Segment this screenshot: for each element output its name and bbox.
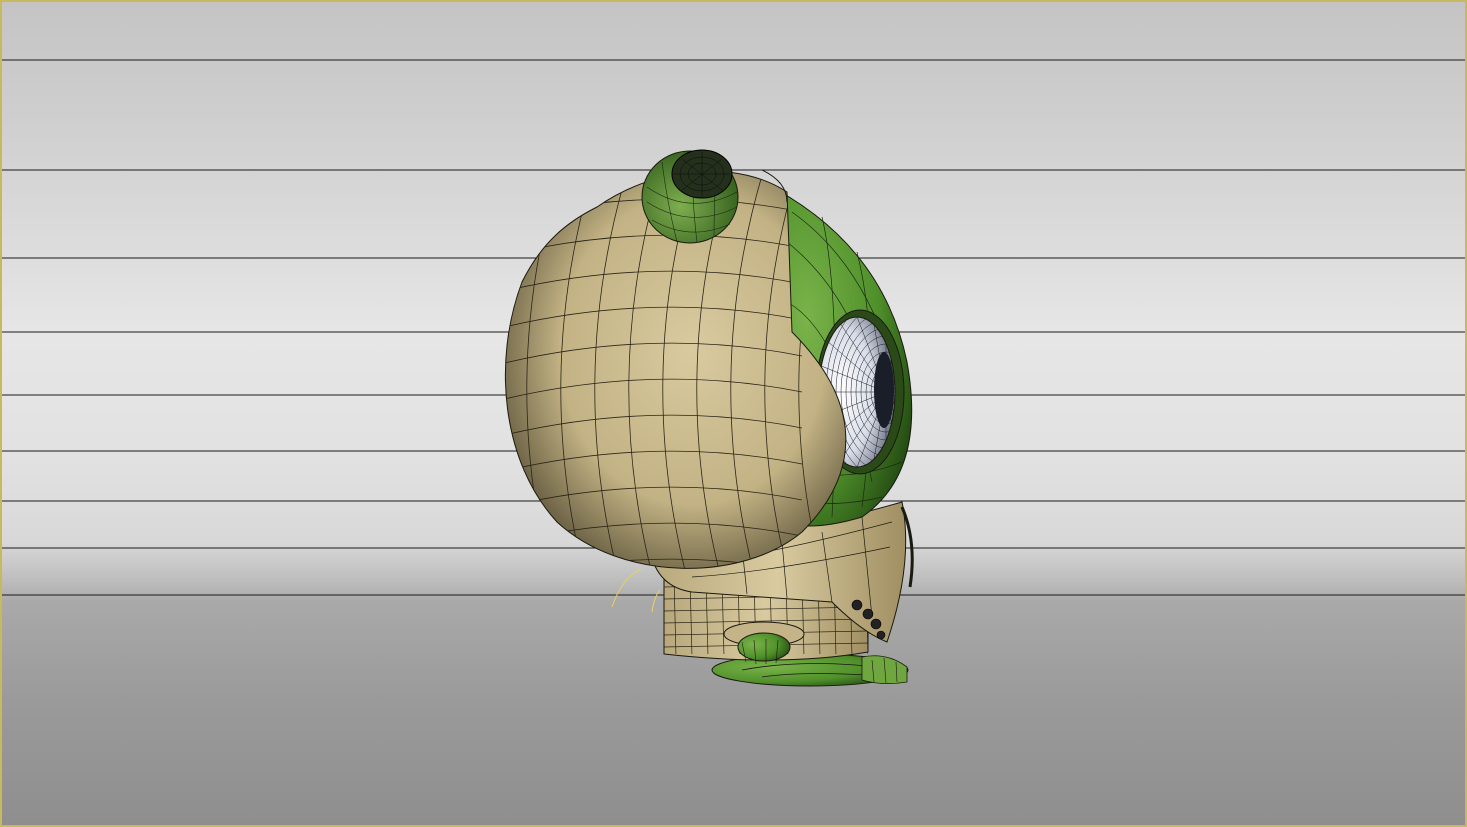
viewport-canvas[interactable]	[2, 2, 1467, 827]
model-antenna[interactable]	[641, 149, 739, 244]
3d-viewport[interactable]	[0, 0, 1467, 827]
character-model-icon[interactable]	[492, 149, 966, 687]
